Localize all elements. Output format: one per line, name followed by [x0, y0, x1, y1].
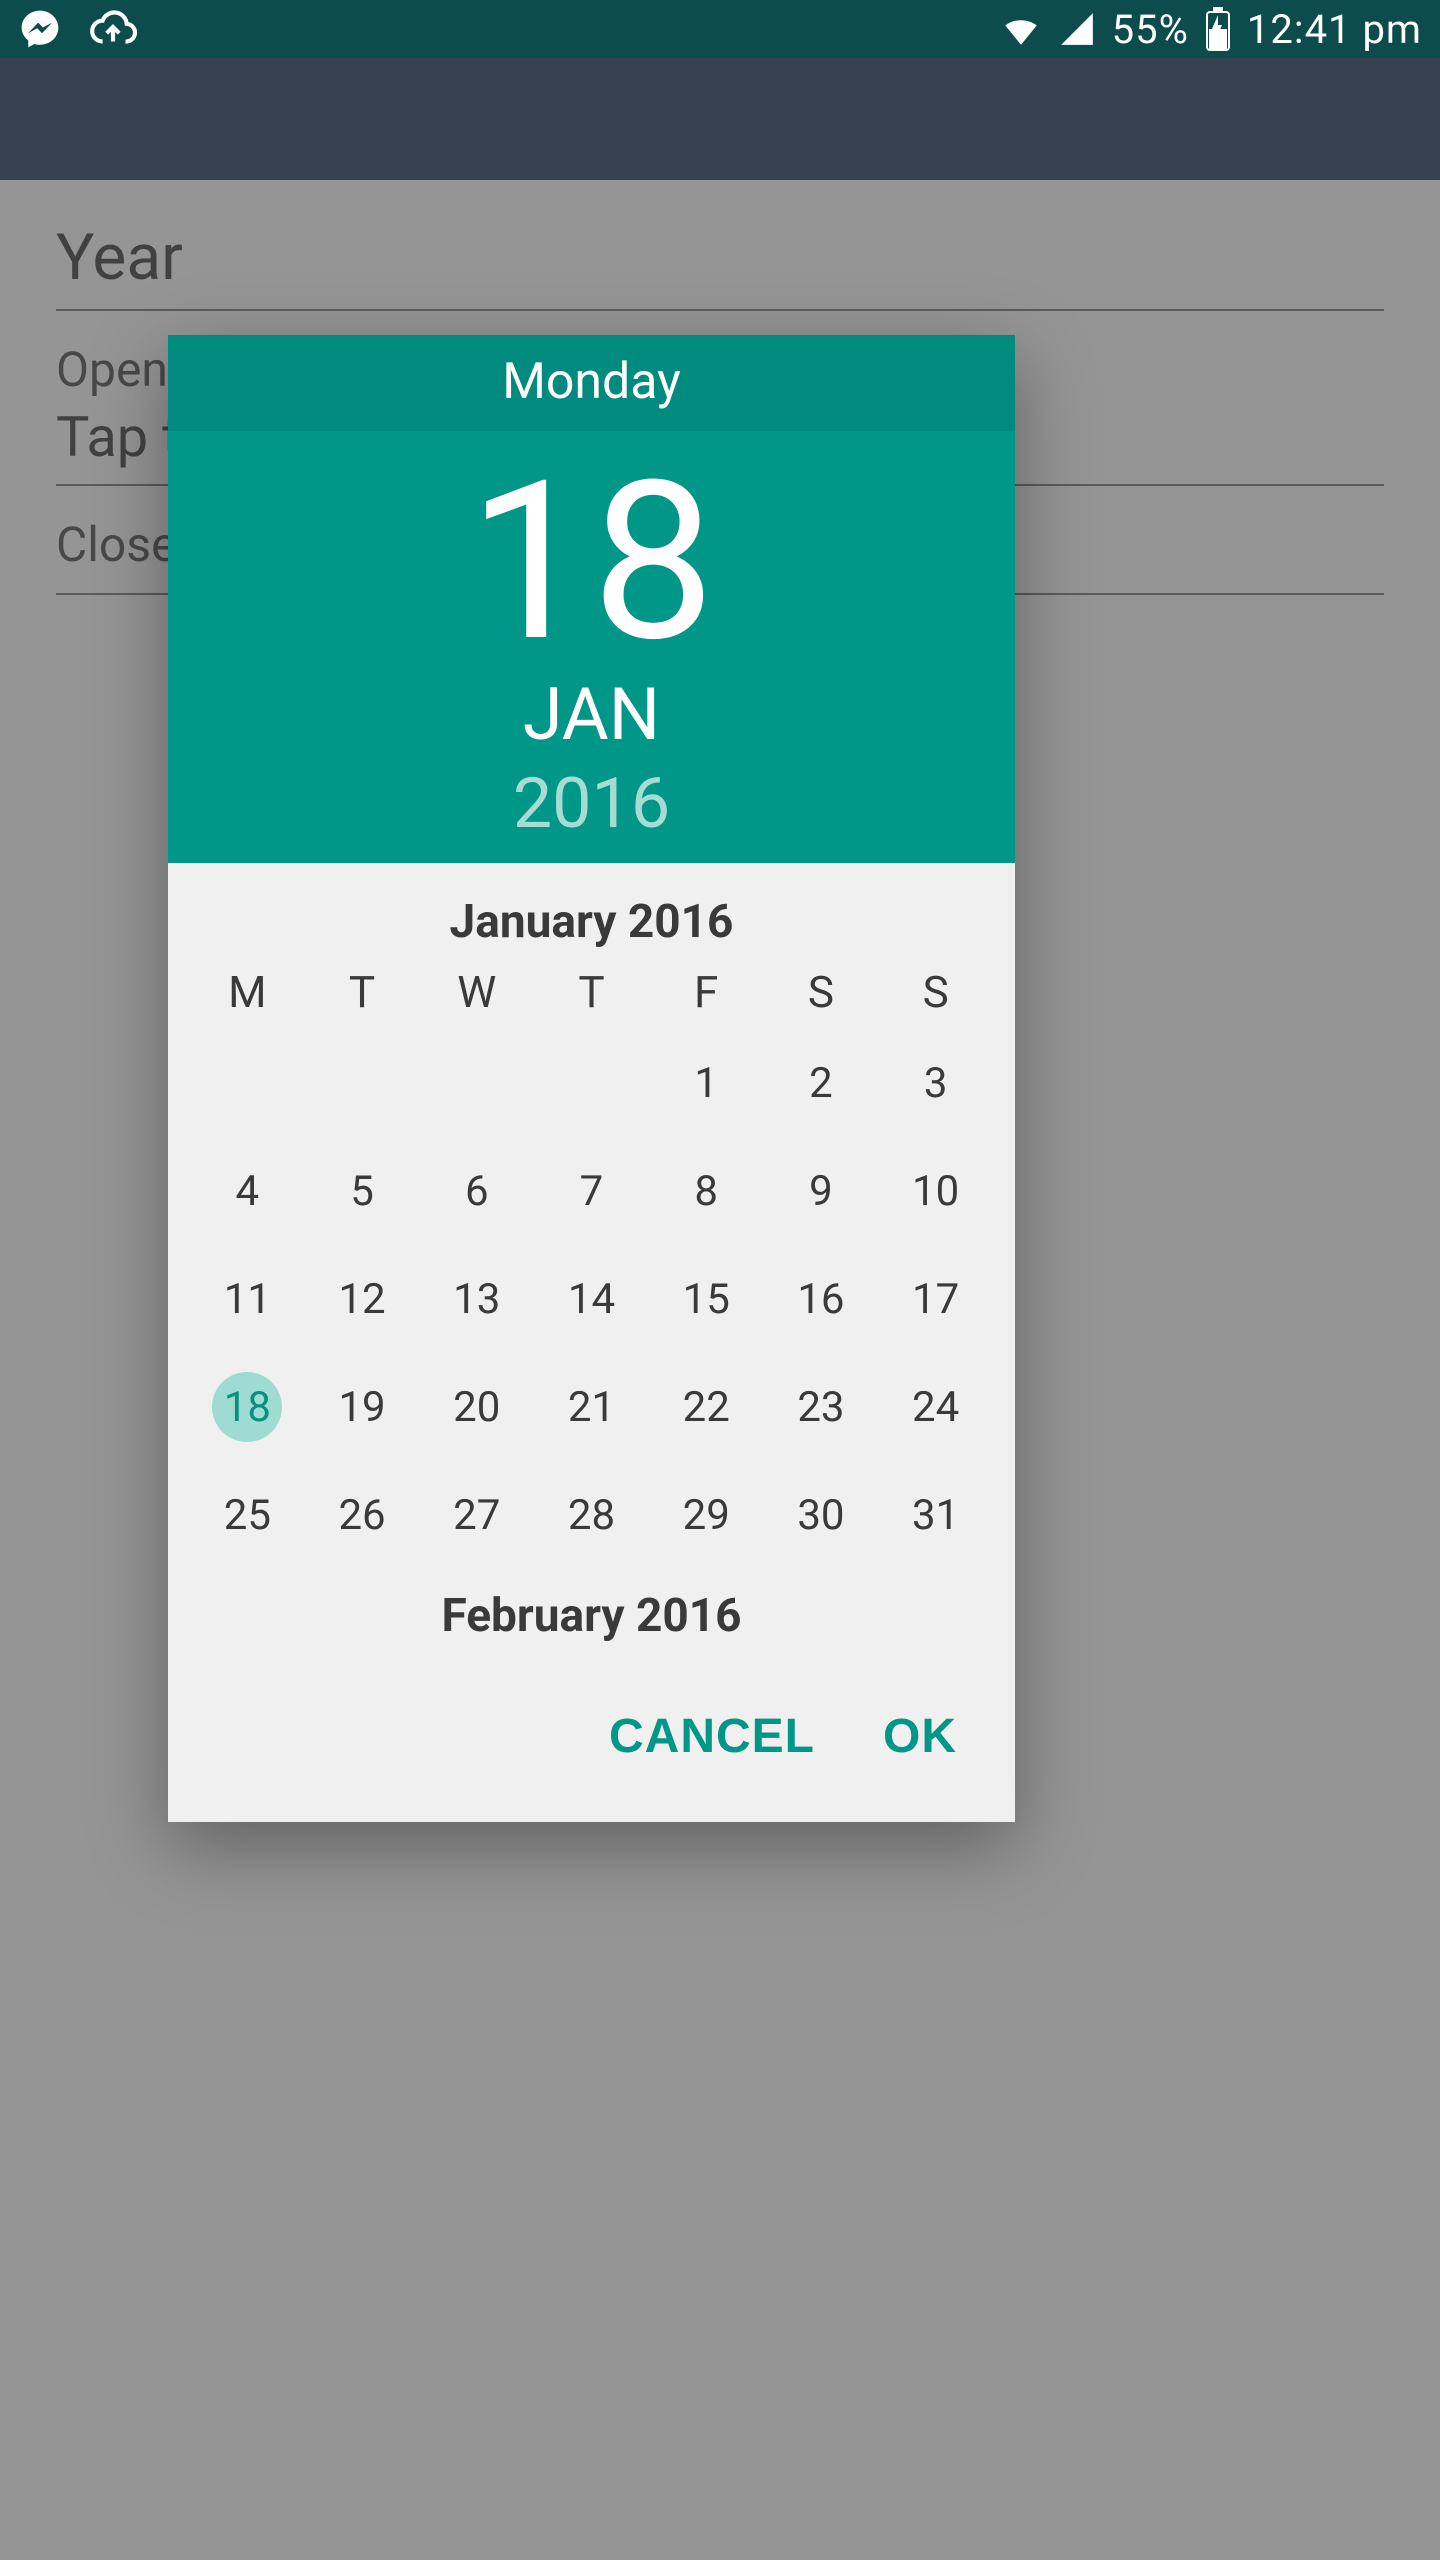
calendar-day-blank: [419, 1037, 534, 1129]
dow-sat: S: [764, 963, 879, 1021]
calendar-day[interactable]: 11: [190, 1253, 305, 1345]
cloud-upload-icon: [88, 4, 138, 54]
calendar-day[interactable]: 4: [190, 1145, 305, 1237]
calendar-day[interactable]: 29: [649, 1469, 764, 1561]
calendar-day-blank: [190, 1037, 305, 1129]
calendar-day[interactable]: 19: [305, 1361, 420, 1453]
calendar-month-title: January 2016: [190, 895, 993, 949]
calendar-day[interactable]: 26: [305, 1469, 420, 1561]
calendar-day[interactable]: 30: [764, 1469, 879, 1561]
calendar-day[interactable]: 10: [878, 1145, 993, 1237]
calendar-day[interactable]: 12: [305, 1253, 420, 1345]
calendar-day[interactable]: 27: [419, 1469, 534, 1561]
selected-day-number: 18: [168, 447, 1015, 678]
status-right: 55% 12:41 pm: [1000, 6, 1422, 53]
selected-month-abbrev: JAN: [168, 672, 1015, 757]
calendar-day[interactable]: 31: [878, 1469, 993, 1561]
selected-year[interactable]: 2016: [168, 763, 1015, 845]
calendar-month-view: January 2016 M T W T F S S 1 2 3 4 5: [168, 863, 1015, 1643]
cellular-signal-icon: [1058, 10, 1096, 48]
calendar-day[interactable]: 21: [534, 1361, 649, 1453]
calendar-day[interactable]: 6: [419, 1145, 534, 1237]
calendar-day[interactable]: 9: [764, 1145, 879, 1237]
clock-text: 12:41 pm: [1247, 6, 1422, 53]
calendar-day[interactable]: 14: [534, 1253, 649, 1345]
calendar-day[interactable]: 5: [305, 1145, 420, 1237]
date-picker-dialog: Monday 18 JAN 2016 January 2016 M T W T …: [168, 335, 1015, 1822]
ok-button[interactable]: OK: [883, 1709, 957, 1764]
date-header-main[interactable]: 18 JAN 2016: [168, 431, 1015, 863]
calendar-day[interactable]: 13: [419, 1253, 534, 1345]
calendar-day[interactable]: 8: [649, 1145, 764, 1237]
calendar-day-blank: [534, 1037, 649, 1129]
dow-tue: T: [305, 963, 420, 1021]
dow-sun: S: [878, 963, 993, 1021]
cancel-button[interactable]: CANCEL: [609, 1709, 815, 1764]
calendar-day-blank: [305, 1037, 420, 1129]
calendar-day[interactable]: 2: [764, 1037, 879, 1129]
status-left: [18, 4, 138, 54]
calendar-day[interactable]: 28: [534, 1469, 649, 1561]
dow-wed: W: [419, 963, 534, 1021]
calendar-day[interactable]: 22: [649, 1361, 764, 1453]
status-bar: 55% 12:41 pm: [0, 0, 1440, 58]
calendar-day[interactable]: 20: [419, 1361, 534, 1453]
calendar-day[interactable]: 23: [764, 1361, 879, 1453]
dow-fri: F: [649, 963, 764, 1021]
battery-charging-icon: [1205, 7, 1231, 51]
calendar-day[interactable]: 3: [878, 1037, 993, 1129]
calendar-day[interactable]: 24: [878, 1361, 993, 1453]
dow-thu: T: [534, 963, 649, 1021]
calendar-day[interactable]: 7: [534, 1145, 649, 1237]
calendar-grid: M T W T F S S 1 2 3 4 5 6 7 8: [190, 963, 993, 1561]
dialog-actions: CANCEL OK: [168, 1661, 1015, 1822]
calendar-day-selected[interactable]: 18: [190, 1361, 305, 1453]
selected-weekday: Monday: [168, 335, 1015, 431]
calendar-day[interactable]: 1: [649, 1037, 764, 1129]
date-picker-header: Monday 18 JAN 2016: [168, 335, 1015, 863]
calendar-next-month-title: February 2016: [190, 1589, 993, 1643]
dow-mon: M: [190, 963, 305, 1021]
wifi-icon: [1000, 8, 1042, 50]
calendar-day[interactable]: 25: [190, 1469, 305, 1561]
messenger-icon: [18, 7, 62, 51]
battery-percent: 55%: [1112, 6, 1189, 53]
calendar-day[interactable]: 16: [764, 1253, 879, 1345]
calendar-day[interactable]: 15: [649, 1253, 764, 1345]
calendar-day[interactable]: 17: [878, 1253, 993, 1345]
